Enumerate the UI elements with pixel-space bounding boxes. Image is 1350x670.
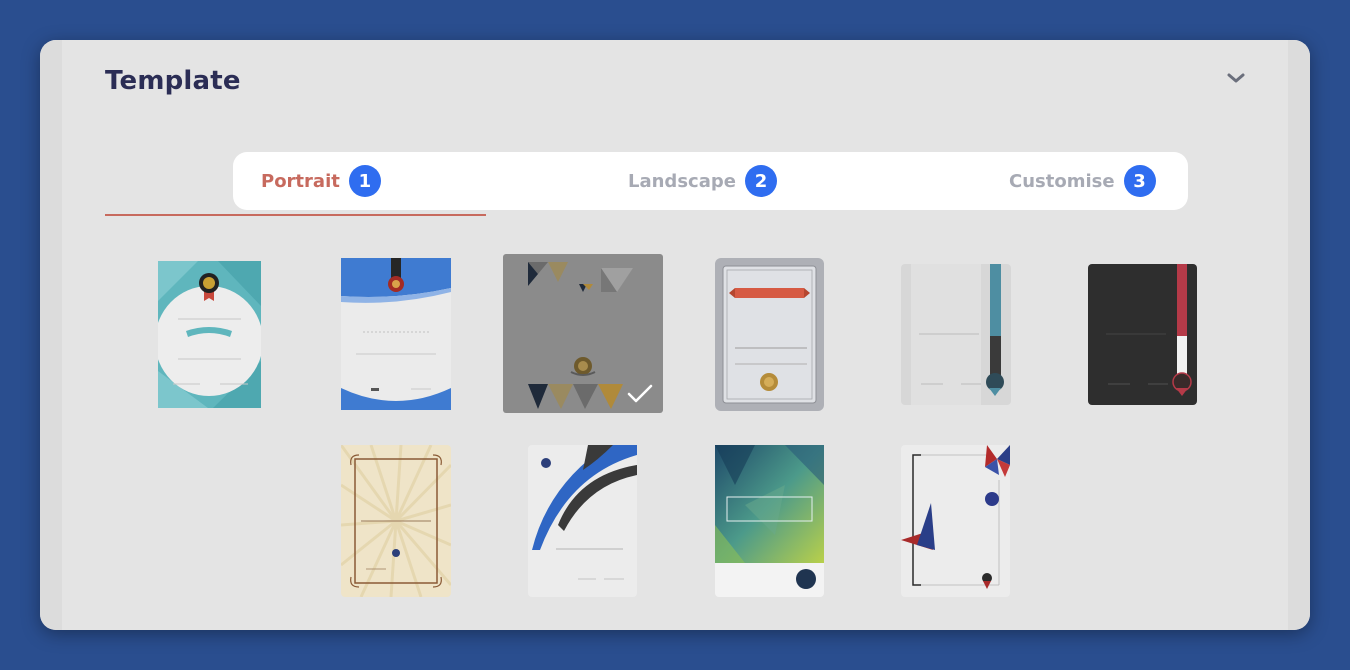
template-card-vintage-sunburst[interactable] [341, 445, 451, 597]
tab-customise[interactable]: Customise 3 [1009, 152, 1156, 210]
panel-title: Template [105, 66, 241, 96]
tab-customise-label: Customise [1009, 170, 1115, 192]
panel-left-strip [40, 40, 62, 630]
template-card-teal-ribbon[interactable] [158, 261, 261, 408]
template-card-geometric-corners[interactable] [901, 445, 1010, 597]
template-preview [341, 258, 451, 410]
template-preview [341, 445, 451, 597]
template-card-dark-red-sash[interactable] [1088, 264, 1197, 405]
template-preview [715, 445, 824, 597]
template-card-triangles[interactable] [503, 254, 663, 413]
tab-portrait[interactable]: Portrait 1 [261, 152, 381, 210]
template-preview [1088, 264, 1197, 405]
tab-landscape-badge: 2 [744, 165, 777, 197]
template-preview [158, 261, 261, 408]
tab-portrait-badge: 1 [348, 165, 381, 197]
template-preview [528, 445, 637, 597]
template-card-blue-swoosh[interactable] [528, 445, 637, 597]
collapse-button[interactable] [1224, 66, 1248, 90]
template-preview [901, 445, 1010, 597]
chevron-down-icon [1227, 73, 1245, 83]
template-card-polygon-gradient[interactable] [715, 445, 824, 597]
template-card-silver-frame[interactable] [715, 258, 824, 411]
tab-portrait-label: Portrait [261, 170, 340, 192]
template-card-grey-blue-sash[interactable] [901, 264, 1011, 405]
template-preview [901, 264, 1011, 405]
tab-landscape[interactable]: Landscape 2 [628, 152, 777, 210]
tab-customise-badge: 3 [1123, 165, 1156, 197]
tab-bar: Portrait 1 Landscape 2 Customise 3 [233, 152, 1188, 210]
checkmark-icon [627, 384, 653, 403]
template-preview [715, 258, 824, 411]
tab-landscape-label: Landscape [628, 170, 736, 192]
panel-right-strip [1288, 40, 1310, 630]
active-tab-underline [105, 214, 486, 216]
template-card-blue-wave[interactable] [341, 258, 451, 410]
template-panel: Template Portrait 1 Landscape 2 Customis… [40, 40, 1310, 630]
